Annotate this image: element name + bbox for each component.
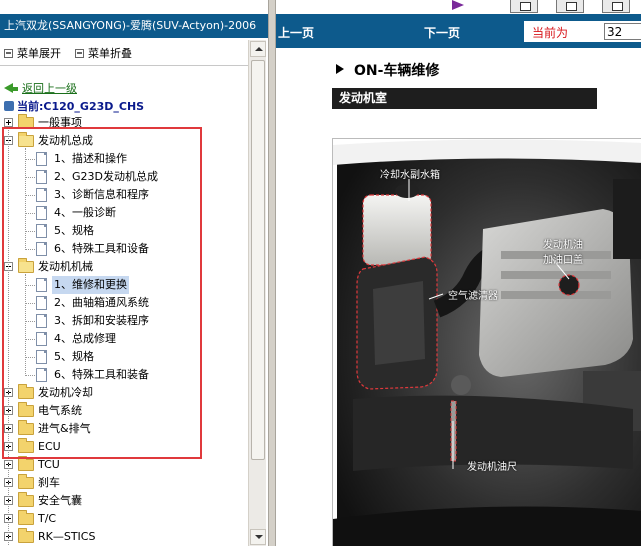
flag-icon[interactable]	[452, 0, 464, 10]
section-title: 发动机室	[332, 88, 597, 109]
prev-page-button[interactable]: 上一页	[278, 24, 314, 41]
back-link[interactable]: 返回上一级	[4, 80, 77, 96]
tree-item-label: 刹车	[38, 476, 60, 489]
expand-menu-button[interactable]: 菜单展开	[4, 45, 61, 61]
navigation-pane: 上汽双龙(SSANGYONG)-爱腾(SUV-Actyon)-2006 菜单展开…	[0, 0, 268, 546]
scroll-up-arrow-icon[interactable]	[250, 41, 266, 57]
callout-oil-filler-line1: 发动机油	[543, 240, 583, 251]
scroll-down-arrow-icon[interactable]	[250, 529, 266, 545]
folder-icon	[18, 510, 34, 525]
callout-oil-filler-line2: 加油口盖	[543, 255, 583, 266]
callout-dipstick: 发动机油尺	[467, 462, 517, 473]
document-content: ON-车辆维修 发动机室 冷却水副水箱 发动机油 加油口盖 空气滤清器 发动机油…	[276, 48, 641, 546]
callout-air-cleaner: 空气滤清器	[448, 291, 498, 302]
folder-icon	[18, 492, 34, 507]
tree-folder-item[interactable]: 安全气囊	[0, 492, 248, 510]
menu-icon	[75, 49, 84, 58]
scroll-thumb[interactable]	[251, 60, 265, 460]
tree-scrollbar[interactable]	[248, 40, 266, 546]
current-location: 当前:C120_G23D_CHS	[4, 98, 144, 114]
callout-coolant-tank: 冷却水副水箱	[380, 170, 440, 181]
engine-bay-photo: 冷却水副水箱 发动机油 加油口盖 空气滤清器 发动机油尺	[332, 138, 641, 546]
back-link-label: 返回上一级	[22, 82, 77, 95]
tree-item-label: RK—STICS	[38, 530, 96, 543]
collapse-menu-label: 菜单折叠	[88, 47, 132, 60]
computer-icon	[4, 101, 14, 111]
next-page-button[interactable]: 下一页	[424, 24, 460, 41]
top-toolbar	[276, 0, 641, 14]
tree-item-label: 安全气囊	[38, 494, 82, 507]
page-number-input[interactable]	[604, 23, 641, 40]
folder-icon	[18, 456, 34, 471]
tree-folder-item[interactable]: RK—STICS	[0, 528, 248, 546]
tree-item-label: T/C	[38, 512, 57, 525]
tree-folder-item[interactable]: 刹车	[0, 474, 248, 492]
current-page-label: 当前为	[532, 26, 569, 40]
window-icon[interactable]	[556, 0, 584, 13]
expand-menu-label: 菜单展开	[17, 47, 61, 60]
page-navigation-bar: 上一页 下一页 当前为	[276, 14, 641, 48]
pane-splitter[interactable]	[268, 0, 276, 546]
document-pane: 上一页 下一页 当前为 ON-车辆维修 发动机室	[276, 0, 641, 546]
window-icon[interactable]	[602, 0, 630, 13]
menu-icon	[4, 49, 13, 58]
page-indicator: 当前为	[524, 21, 641, 42]
tree-folder-item[interactable]: T/C	[0, 510, 248, 528]
document-heading-text: ON-车辆维修	[354, 63, 440, 79]
window-icon[interactable]	[510, 0, 538, 13]
highlight-frame	[2, 127, 202, 459]
menu-toolbar: 菜单展开 菜单折叠	[0, 40, 248, 66]
folder-icon	[18, 474, 34, 489]
window-title: 上汽双龙(SSANGYONG)-爱腾(SUV-Actyon)-2006	[0, 14, 268, 38]
triangle-bullet-icon	[336, 64, 344, 74]
folder-icon	[18, 528, 34, 543]
back-arrow-icon	[4, 83, 13, 93]
current-location-label: 当前:C120_G23D_CHS	[17, 100, 145, 113]
expand-toggle-icon[interactable]	[4, 118, 13, 127]
document-heading: ON-车辆维修	[336, 60, 439, 80]
collapse-menu-button[interactable]: 菜单折叠	[75, 45, 132, 61]
app-window: 上汽双龙(SSANGYONG)-爱腾(SUV-Actyon)-2006 菜单展开…	[0, 0, 641, 546]
